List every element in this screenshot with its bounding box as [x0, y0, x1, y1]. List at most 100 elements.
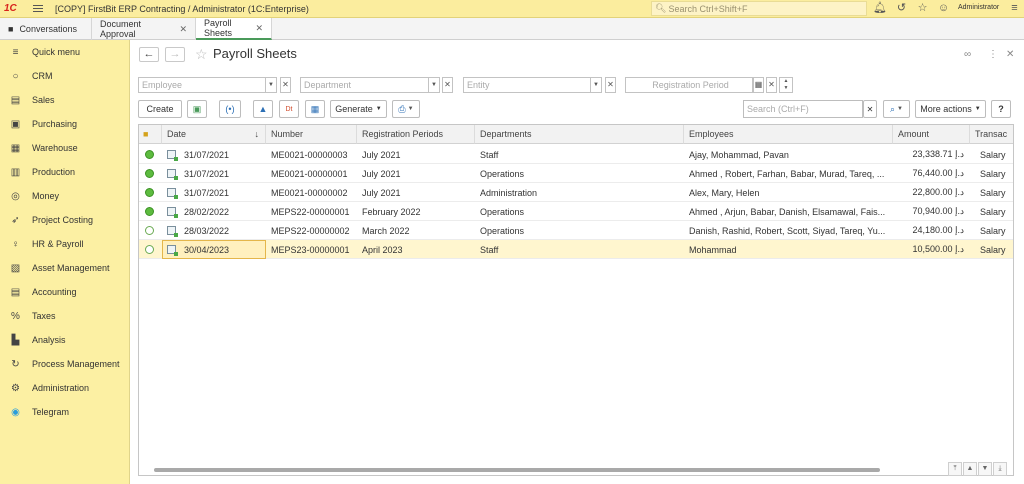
- department-cell: Operations: [480, 168, 525, 179]
- sidebar-item-accounting[interactable]: ▤ Accounting: [0, 280, 130, 304]
- more-actions-button[interactable]: More actions ▼: [915, 100, 986, 118]
- registration-period-input[interactable]: Registration Period: [625, 77, 753, 93]
- employee-dropdown-icon[interactable]: ▼: [266, 77, 277, 93]
- table-row[interactable]: 31/07/2021 ME0021-00000003 July 2021 Sta…: [139, 145, 1013, 164]
- column-header-transaction[interactable]: Transac: [970, 125, 1013, 144]
- column-header-departments[interactable]: Departments: [475, 125, 684, 144]
- sidebar-item-warehouse[interactable]: ▦ Warehouse: [0, 136, 130, 160]
- copy-button[interactable]: ▣: [187, 100, 207, 118]
- status-column-header[interactable]: ■: [139, 125, 162, 144]
- employee-filter-input[interactable]: Employee: [138, 77, 266, 93]
- user-name[interactable]: Administrator: [958, 4, 999, 11]
- table-row[interactable]: 31/07/2021 ME0021-00000001 July 2021 Ope…: [139, 164, 1013, 183]
- sidebar-item-quick-menu[interactable]: ≡ Quick menu: [0, 40, 130, 64]
- generate-button[interactable]: Generate ▼: [330, 100, 387, 118]
- table-row-selected[interactable]: 30/04/2023 MEPS23-00000001 April 2023 St…: [139, 240, 1013, 259]
- column-label: Date: [167, 129, 187, 139]
- help-button[interactable]: ?: [991, 100, 1011, 118]
- search-button[interactable]: ⌕ ▼: [883, 100, 910, 118]
- notify-icon[interactable]: ▲: [253, 100, 273, 118]
- scroll-up-button[interactable]: ▲: [963, 462, 977, 476]
- sidebar-item-process-management[interactable]: ↻ Process Management: [0, 352, 130, 376]
- close-icon[interactable]: ✕: [255, 23, 263, 34]
- star-icon[interactable]: ☆: [916, 2, 929, 15]
- sidebar-item-label: Project Costing: [32, 215, 94, 225]
- transaction-cell: Salary: [980, 149, 1006, 160]
- more-actions-label: More actions: [920, 104, 972, 114]
- chat-icon: ■: [8, 24, 14, 34]
- dt-cr-button[interactable]: Dt: [279, 100, 299, 118]
- period-cell: March 2022: [362, 225, 410, 236]
- entity-clear-icon[interactable]: ✕: [605, 77, 616, 93]
- entity-dropdown-icon[interactable]: ▼: [591, 77, 602, 93]
- sidebar-item-project-costing[interactable]: ➶ Project Costing: [0, 208, 130, 232]
- settings-menu-icon[interactable]: ≡: [1008, 2, 1021, 15]
- structure-button[interactable]: ▦: [305, 100, 325, 118]
- search-clear-icon[interactable]: ✕: [863, 100, 877, 118]
- calendar-icon[interactable]: ▦: [753, 77, 764, 93]
- sidebar-item-taxes[interactable]: % Taxes: [0, 304, 130, 328]
- main-menu-icon[interactable]: [33, 3, 43, 13]
- print-button[interactable]: ⎙ ▼: [392, 100, 420, 118]
- draft-status-icon: [145, 226, 154, 235]
- create-button[interactable]: Create: [138, 100, 182, 118]
- department-clear-icon[interactable]: ✕: [442, 77, 453, 93]
- sidebar-item-asset-management[interactable]: ▧ Asset Management: [0, 256, 130, 280]
- scroll-top-button[interactable]: ⤒: [948, 462, 962, 476]
- sidebar-item-analysis[interactable]: ▙ Analysis: [0, 328, 130, 352]
- department-dropdown-icon[interactable]: ▼: [429, 77, 440, 93]
- table-row[interactable]: 28/02/2022 MEPS22-00000001 February 2022…: [139, 202, 1013, 221]
- horizontal-scrollbar[interactable]: [146, 467, 936, 472]
- column-header-registration-periods[interactable]: Registration Periods: [357, 125, 475, 144]
- sidebar-item-money[interactable]: ◎ Money: [0, 184, 130, 208]
- department-cell: Administration: [480, 187, 538, 198]
- list-search-input[interactable]: Search (Ctrl+F): [743, 100, 863, 118]
- column-header-employees[interactable]: Employees: [684, 125, 893, 144]
- sidebar-item-purchasing[interactable]: ▣ Purchasing: [0, 112, 130, 136]
- tab-payroll-sheets[interactable]: Payroll Sheets ✕: [196, 18, 272, 40]
- back-button[interactable]: ←: [139, 47, 159, 62]
- close-icon[interactable]: ✕: [179, 24, 187, 35]
- scroll-down-button[interactable]: ▼: [978, 462, 992, 476]
- chat-icon: ○: [12, 70, 19, 82]
- bell-icon[interactable]: 🔔︎: [873, 2, 887, 15]
- table-row[interactable]: 31/07/2021 ME0021-00000002 July 2021 Adm…: [139, 183, 1013, 202]
- sidebar-item-hr-payroll[interactable]: ♀ HR & Payroll: [0, 232, 130, 256]
- table-row[interactable]: 28/03/2022 MEPS22-00000002 March 2022 Op…: [139, 221, 1013, 240]
- favorite-star-icon[interactable]: ☆: [195, 46, 208, 63]
- post-button[interactable]: (•): [219, 100, 241, 118]
- transaction-cell: Salary: [980, 244, 1006, 255]
- sidebar-item-production[interactable]: ▥ Production: [0, 160, 130, 184]
- sidebar-item-label: Production: [32, 167, 76, 177]
- sidebar-item-sales[interactable]: ▤ Sales: [0, 88, 130, 112]
- history-icon[interactable]: ↺: [895, 2, 908, 15]
- employee-clear-icon[interactable]: ✕: [280, 77, 291, 93]
- link-icon[interactable]: ∞: [964, 49, 971, 60]
- sidebar-item-label: Money: [32, 191, 60, 201]
- date-cell: 28/02/2022: [184, 206, 230, 217]
- scrollbar-thumb[interactable]: [154, 468, 880, 472]
- period-clear-icon[interactable]: ✕: [766, 77, 777, 93]
- column-header-amount[interactable]: Amount: [893, 125, 970, 144]
- scroll-bottom-button[interactable]: ⤓: [993, 462, 1007, 476]
- column-header-date[interactable]: Date ↓: [162, 125, 266, 144]
- menu-icon: ≡: [12, 46, 19, 58]
- sidebar-item-label: Taxes: [32, 311, 56, 321]
- sidebar-item-telegram[interactable]: ◉ Telegram: [0, 400, 130, 424]
- close-icon[interactable]: ✕: [1006, 49, 1014, 60]
- column-header-number[interactable]: Number: [266, 125, 357, 144]
- more-icon[interactable]: ⋮: [988, 49, 998, 60]
- chart-icon: ▙: [11, 334, 20, 346]
- sort-arrow-icon: ↓: [254, 129, 260, 139]
- entity-filter-input[interactable]: Entity: [463, 77, 591, 93]
- users-icon[interactable]: ☺: [937, 2, 950, 15]
- posted-status-icon: [145, 150, 154, 159]
- sidebar-item-administration[interactable]: ⚙ Administration: [0, 376, 130, 400]
- period-stepper[interactable]: ▲ ▼: [779, 77, 793, 93]
- department-filter-input[interactable]: Department: [300, 77, 429, 93]
- tab-document-approval[interactable]: Document Approval ✕: [92, 18, 196, 40]
- forward-button[interactable]: →: [165, 47, 185, 62]
- tab-conversations[interactable]: ■ Conversations: [0, 18, 92, 40]
- global-search-input[interactable]: 🔍︎ Search Ctrl+Shift+F: [651, 1, 867, 16]
- sidebar-item-crm[interactable]: ○ CRM: [0, 64, 130, 88]
